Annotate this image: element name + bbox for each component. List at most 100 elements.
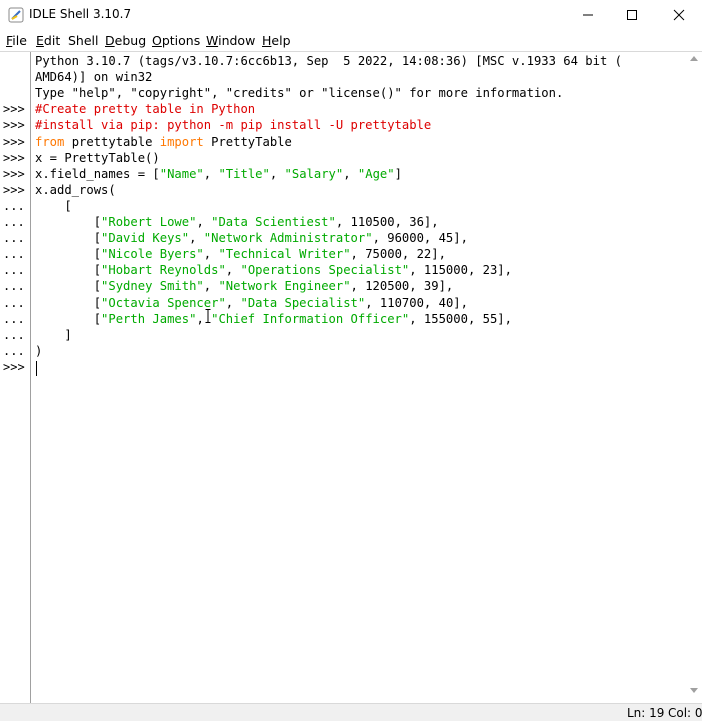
code-text: ,	[196, 215, 212, 229]
shell-prompt: ...	[3, 198, 25, 213]
shell-line: from prettytable import PrettyTable	[35, 135, 292, 149]
code-text: , 75000, 22],	[350, 247, 446, 262]
code-text: x.add_rows(	[35, 182, 116, 197]
shell-prompt: ...	[3, 343, 25, 358]
code-text: prettytable	[64, 134, 160, 149]
code-text: [	[35, 198, 72, 213]
code-string: "David Keys"	[101, 231, 190, 246]
shell-pane[interactable]: >>> >>> >>> >>> >>> >>>......................…	[0, 51, 702, 704]
menu-label: ptions	[161, 33, 201, 48]
code-string: "Technical Writer"	[218, 247, 351, 262]
code-string: "Name"	[159, 166, 204, 181]
minimize-button[interactable]	[565, 0, 611, 31]
menu-label: elp	[271, 33, 291, 48]
window-title: IDLE Shell 3.10.7	[29, 7, 132, 21]
code-string: "Network Administrator"	[203, 231, 373, 246]
shell-prompt: ...	[3, 279, 25, 294]
minimize-icon	[582, 6, 594, 25]
scroll-up-arrow-icon[interactable]	[690, 56, 698, 61]
code-text: ,	[225, 263, 241, 278]
maximize-button[interactable]	[609, 0, 655, 31]
shell-prompt: ...	[3, 311, 25, 326]
code-text: , 110500, 36],	[335, 215, 439, 229]
shell-prompt: ...	[3, 263, 25, 278]
shell-prompt: ...	[3, 327, 25, 342]
shell-prompt: ...	[3, 215, 25, 229]
menu-label: Shell	[68, 33, 99, 48]
shell-line: Python 3.10.7 (tags/v3.10.7:6cc6b13, Sep…	[35, 54, 622, 68]
code-comment: #install via pip: python -m pip install …	[35, 118, 432, 133]
menu-label: dit	[43, 33, 61, 48]
code-text: [	[35, 295, 102, 310]
shell-prompt: >>>	[3, 134, 25, 149]
idle-feather-icon	[8, 7, 24, 23]
shell-line: ["Robert Lowe", "Data Scientiest", 11050…	[35, 215, 439, 229]
code-text: ,	[269, 166, 285, 181]
shell-line: [	[35, 198, 72, 213]
maximize-icon	[626, 6, 638, 25]
shell-line: AMD64)] on win32	[35, 70, 152, 84]
code-text: Type "help", "copyright", "credits" or "…	[35, 86, 564, 101]
menu-edit[interactable]: Edit	[36, 33, 60, 48]
shell-line: Type "help", "copyright", "credits" or "…	[35, 86, 563, 100]
i-beam-cursor-icon	[205, 308, 211, 323]
code-string: "Data Scientiest"	[211, 215, 336, 229]
code-text: [	[35, 311, 102, 326]
code-text: x = PrettyTable()	[35, 150, 160, 165]
code-text: Python 3.10.7 (tags/v3.10.7:6cc6b13, Sep…	[35, 54, 622, 68]
code-string: "Hobart Reynolds"	[101, 263, 226, 278]
code-string: "Age"	[357, 166, 395, 181]
code-text: [	[35, 215, 102, 229]
menu-label: indow	[218, 33, 256, 48]
code-string: "Chief Information Officer"	[211, 311, 410, 326]
menu-mnemonic: H	[262, 33, 272, 48]
code-string: "Network Engineer"	[218, 279, 351, 294]
code-text: ,	[189, 231, 204, 246]
menu-bar: File Edit Shell Debug Options Window Help	[0, 31, 702, 51]
code-text: ]	[35, 327, 72, 342]
shell-line: ["Perth James", "Chief Information Offic…	[35, 312, 512, 326]
menu-options[interactable]: Options	[152, 33, 200, 48]
shell-prompt: >>>	[3, 166, 25, 181]
shell-prompt: ...	[3, 247, 25, 262]
shell-line: ["Octavia Spencer", "Data Specialist", 1…	[35, 296, 468, 310]
shell-prompt: >>>	[3, 150, 25, 165]
code-string: "Nicole Byers"	[101, 247, 204, 262]
close-button[interactable]	[656, 0, 702, 31]
menu-debug[interactable]: Debug	[105, 33, 146, 48]
menu-label: ebug	[114, 33, 147, 48]
shell-line: )	[35, 344, 42, 358]
menu-help[interactable]: Help	[262, 33, 291, 48]
close-icon	[673, 6, 685, 25]
vertical-scrollbar[interactable]	[686, 52, 702, 704]
shell-prompt: >>>	[3, 102, 25, 117]
code-string: "Sydney Smith"	[101, 279, 204, 294]
shell-line: x.field_names = ["Name", "Title", "Salar…	[35, 167, 402, 181]
code-text: , 115000, 23],	[409, 263, 512, 278]
menu-window[interactable]: Window	[206, 33, 255, 48]
status-column-number: Col: 0	[668, 706, 702, 720]
code-string: "Operations Specialist"	[240, 263, 410, 278]
code-text: [	[35, 279, 102, 294]
prompt-gutter: >>> >>> >>> >>> >>> >>>......................…	[0, 52, 31, 704]
code-text: [	[35, 263, 102, 278]
scroll-down-arrow-icon[interactable]	[690, 688, 698, 693]
shell-line: ["David Keys", "Network Administrator", …	[35, 231, 468, 245]
code-text: ,	[225, 295, 241, 310]
code-text: AMD64)] on win32	[35, 70, 153, 85]
shell-prompt: ...	[3, 231, 25, 246]
menu-file[interactable]: File	[6, 33, 27, 48]
code-keyword: from	[35, 134, 65, 149]
code-string: "Title"	[218, 166, 270, 181]
code-text: x.field_names = [	[35, 166, 160, 181]
shell-line: #install via pip: python -m pip install …	[35, 118, 431, 132]
menu-mnemonic: W	[206, 33, 219, 48]
code-string: "Data Specialist"	[240, 295, 366, 310]
shell-prompt: >>>	[3, 182, 25, 197]
code-comment: #Create pretty table in Python	[35, 102, 256, 117]
menu-shell[interactable]: Shell	[68, 33, 99, 48]
shell-prompt: >>>	[3, 118, 25, 133]
code-string: "Perth James"	[101, 311, 197, 326]
code-string: "Salary"	[284, 166, 344, 181]
code-text: , 155000, 55],	[409, 311, 512, 326]
